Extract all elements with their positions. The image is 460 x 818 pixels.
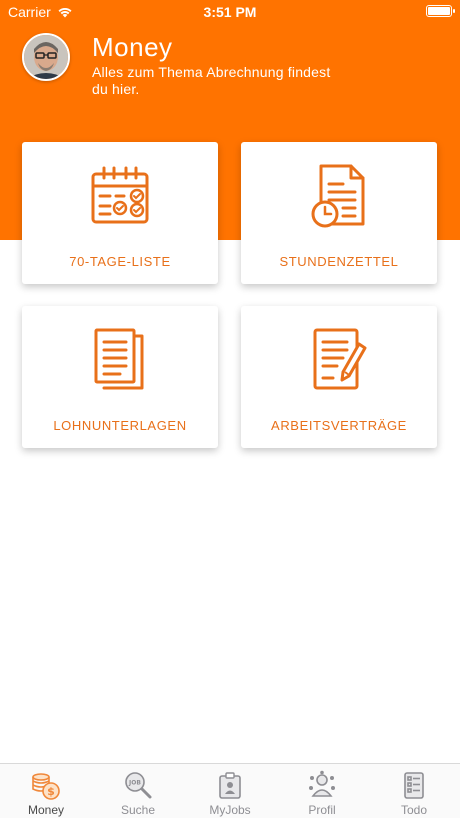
- tab-label: Suche: [120, 803, 156, 817]
- tile-70-tage-liste[interactable]: 70-TAGE-LISTE: [22, 142, 218, 284]
- svg-text:JOB: JOB: [128, 780, 141, 787]
- tile-label: LOHNUNTERLAGEN: [53, 418, 187, 433]
- tab-label: Money: [27, 803, 65, 817]
- tile-label: 70-TAGE-LISTE: [69, 254, 171, 269]
- tab-label: Profil: [308, 803, 336, 817]
- profile-icon: [309, 770, 335, 797]
- contract-icon: [313, 328, 367, 390]
- tab-label: Todo: [400, 803, 428, 817]
- tab-myjobs[interactable]: MyJobs: [184, 764, 276, 818]
- todo-icon: [404, 772, 424, 799]
- svg-text:$: $: [47, 785, 55, 798]
- tile-arbeitsvertraege[interactable]: ARBEITSVERTRÄGE: [241, 306, 437, 448]
- tile-stundenzettel[interactable]: STUNDENZETTEL: [241, 142, 437, 284]
- tile-label: STUNDENZETTEL: [279, 254, 399, 269]
- tab-todo[interactable]: Todo: [368, 764, 460, 818]
- page-title: Money: [92, 32, 173, 62]
- status-bar: Carrier 3:51 PM: [0, 0, 460, 24]
- documents-icon: [94, 328, 144, 390]
- tab-suche[interactable]: JOB Suche: [92, 764, 184, 818]
- tab-bar: $ Money JOB Suche MyJobs Profil Todo: [0, 763, 460, 818]
- avatar[interactable]: [22, 33, 70, 81]
- calendar-icon: [91, 166, 149, 224]
- status-time: 3:51 PM: [203, 4, 257, 20]
- tile-label: ARBEITSVERTRÄGE: [271, 418, 407, 433]
- tab-label: MyJobs: [209, 803, 251, 817]
- timesheet-icon: [311, 164, 365, 228]
- page-subtitle: Alles zum Thema Abrechnung findest du hi…: [92, 64, 331, 97]
- tab-money[interactable]: $ Money: [0, 764, 92, 818]
- battery-icon: [426, 5, 455, 17]
- tile-lohnunterlagen[interactable]: LOHNUNTERLAGEN: [22, 306, 218, 448]
- myjobs-icon: [219, 772, 241, 799]
- money-icon: $: [32, 773, 60, 800]
- tab-profil[interactable]: Profil: [276, 764, 368, 818]
- search-icon: JOB: [125, 772, 152, 799]
- avatar-image: [24, 35, 68, 79]
